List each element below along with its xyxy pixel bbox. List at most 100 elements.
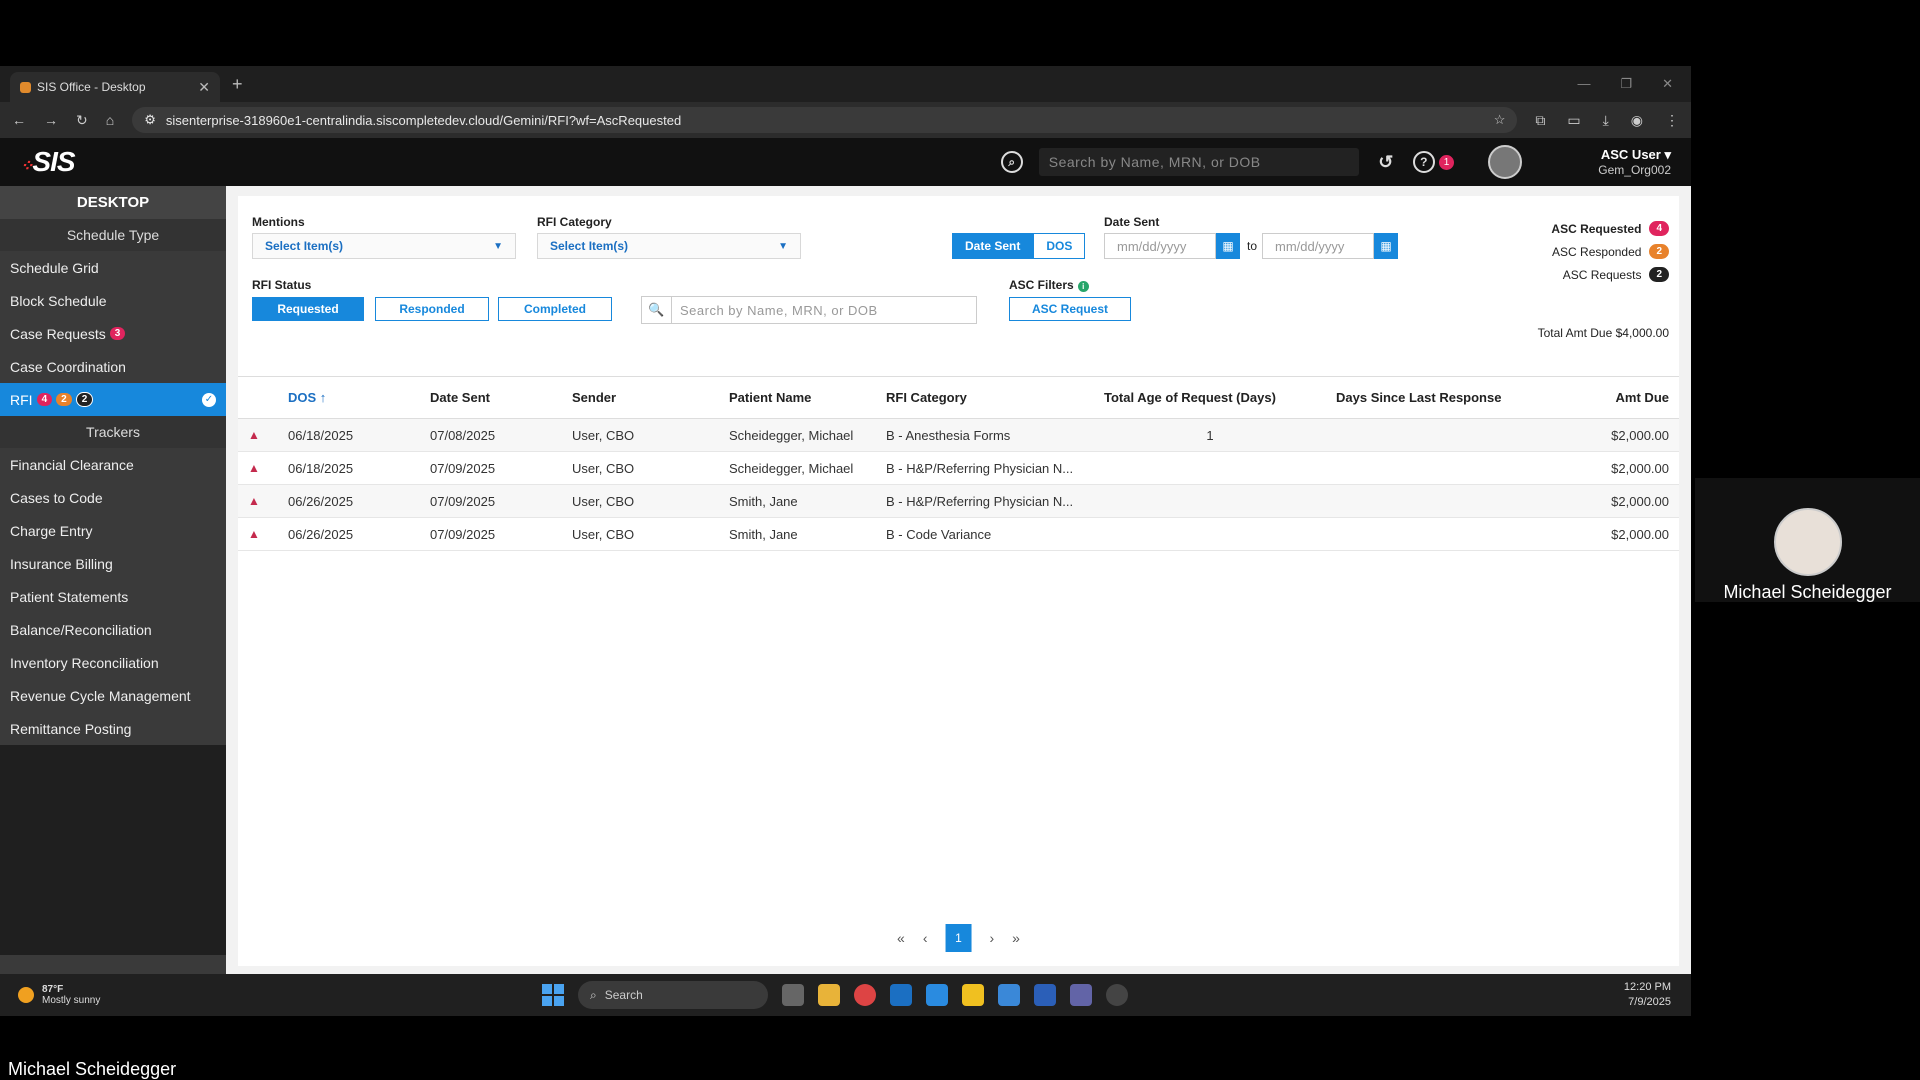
help-icon[interactable]: ? (1412, 151, 1435, 173)
sidebar-item-cases-to-code[interactable]: Cases to Code (0, 481, 226, 514)
count-badge: 2 (1649, 267, 1669, 282)
last-page-icon[interactable]: » (1012, 930, 1020, 946)
close-tab-icon[interactable]: ✕ (198, 79, 210, 96)
reload-icon[interactable]: ↻ (76, 112, 88, 129)
col-days-since-response[interactable]: Days Since Last Response (1326, 376, 1575, 419)
taskbar-search[interactable]: ⌕ Search (578, 981, 768, 1009)
toggle-date-sent[interactable]: Date Sent (952, 233, 1034, 259)
sidebar-item-financial-clearance[interactable]: Financial Clearance (0, 448, 226, 481)
sidebar-item-label: RFI (10, 391, 33, 408)
sidebar-item-label: Case Requests (10, 325, 106, 342)
user-menu[interactable]: ASC User ▾ Gem_Org002 (1598, 147, 1671, 177)
toggle-dos[interactable]: DOS (1033, 233, 1086, 259)
sidebar-item-label: Remittance Posting (10, 720, 132, 737)
col-dos[interactable]: DOS ↑ (278, 376, 420, 419)
system-clock[interactable]: 12:20 PM 7/9/2025 (1624, 980, 1671, 1010)
notepad-icon[interactable] (998, 984, 1020, 1006)
logo-text: SIS (32, 146, 75, 177)
teams-icon[interactable] (1070, 984, 1092, 1006)
status-completed-button[interactable]: Completed (498, 297, 612, 321)
weather-widget[interactable]: 87°F Mostly sunny (18, 984, 100, 1006)
next-page-icon[interactable]: › (990, 930, 995, 946)
search-toggle-icon[interactable]: ⌕ (1000, 151, 1023, 173)
date-from-input[interactable]: mm/dd/yyyy (1104, 233, 1216, 259)
sidebar-item-inventory-reconciliation[interactable]: Inventory Reconciliation (0, 646, 226, 679)
download-icon[interactable]: ⤓ (1603, 112, 1609, 129)
page-current[interactable]: 1 (945, 924, 972, 952)
prev-page-icon[interactable]: ‹ (923, 930, 928, 946)
col-patient-name[interactable]: Patient Name (719, 376, 876, 419)
sis-logo[interactable]: ⁘SIS (20, 146, 76, 178)
warning-icon: ▲ (238, 451, 278, 485)
caret-down-icon: ▼ (778, 240, 788, 252)
col-amt-due[interactable]: Amt Due (1574, 376, 1679, 419)
close-window-icon[interactable]: ✕ (1662, 76, 1673, 92)
sidebar-item-insurance-billing[interactable]: Insurance Billing (0, 547, 226, 580)
word-icon[interactable] (1034, 984, 1056, 1006)
sidebar-item-revenue-cycle[interactable]: Revenue Cycle Management (0, 679, 226, 712)
back-icon[interactable]: ← (12, 112, 26, 128)
user-avatar[interactable] (1488, 145, 1523, 179)
new-tab-icon[interactable]: + (232, 74, 243, 95)
taskbar: 87°F Mostly sunny ⌕ Search 12:20 PM 7/9/20… (0, 974, 1691, 1016)
warning-icon: ▲ (238, 418, 278, 452)
sidebar-item-rfi[interactable]: RFI 4 2 2 ✓ (0, 383, 226, 416)
media-player-icon[interactable] (1106, 984, 1128, 1006)
table-row[interactable]: ▲ 06/18/2025 07/08/2025 User, CBO Scheid… (238, 418, 1679, 452)
table-search-input[interactable]: 🔍 Search by Name, MRN, or DOB (641, 296, 977, 324)
count-badge: 2 (1649, 244, 1669, 259)
extensions-icon[interactable]: ⧉ (1535, 112, 1545, 129)
calendar-icon[interactable]: ▦ (1216, 233, 1240, 259)
file-explorer-icon[interactable] (818, 984, 840, 1006)
sidebar-item-block-schedule[interactable]: Block Schedule (0, 284, 226, 317)
url-field[interactable]: ⚙ sisenterprise-318960e1-centralindia.si… (132, 107, 1518, 133)
forward-icon[interactable]: → (44, 112, 58, 128)
app-r-icon[interactable] (962, 984, 984, 1006)
bookmark-star-icon[interactable]: ☆ (1494, 112, 1506, 128)
sidebar-item-case-requests[interactable]: Case Requests 3 (0, 317, 226, 350)
date-to-input[interactable]: mm/dd/yyyy (1262, 233, 1374, 259)
sidebar-item-patient-statements[interactable]: Patient Statements (0, 580, 226, 613)
info-icon[interactable]: i (1077, 281, 1089, 292)
asc-requested-count[interactable]: ASC Requested 4 (1551, 221, 1669, 236)
windows-start-icon[interactable] (542, 984, 564, 1006)
count-badge: 4 (1649, 221, 1669, 236)
menu-icon[interactable]: ⋮ (1665, 112, 1679, 129)
sidebar-item-remittance-posting[interactable]: Remittance Posting (0, 712, 226, 745)
site-info-icon[interactable]: ⚙ (144, 112, 156, 128)
status-responded-button[interactable]: Responded (375, 297, 489, 321)
browser-tab[interactable]: SIS Office - Desktop ✕ (10, 72, 220, 102)
cast-icon[interactable]: ▭ (1567, 112, 1580, 129)
sidebar-item-charge-entry[interactable]: Charge Entry (0, 514, 226, 547)
status-requested-button[interactable]: Requested (252, 297, 364, 321)
home-icon[interactable]: ⌂ (106, 112, 114, 128)
chrome-icon[interactable] (854, 984, 876, 1006)
global-search-input[interactable]: Search by Name, MRN, or DOB (1038, 148, 1359, 176)
task-view-icon[interactable] (782, 984, 804, 1006)
col-date-sent[interactable]: Date Sent (420, 376, 562, 419)
sidebar-item-schedule-grid[interactable]: Schedule Grid (0, 251, 226, 284)
rfi-responded-badge: 2 (56, 393, 72, 406)
minimize-icon[interactable]: — (1577, 76, 1590, 92)
profile-icon[interactable]: ◉ (1631, 112, 1643, 129)
sidebar-item-balance-reconciliation[interactable]: Balance/Reconciliation (0, 613, 226, 646)
col-sender[interactable]: Sender (562, 376, 719, 419)
history-icon[interactable]: ↺ (1375, 151, 1397, 173)
first-page-icon[interactable]: « (897, 930, 905, 946)
col-total-age[interactable]: Total Age of Request (Days) (1094, 376, 1326, 419)
asc-request-button[interactable]: ASC Request (1009, 297, 1131, 321)
table-row[interactable]: ▲ 06/26/2025 07/09/2025 User, CBO Smith,… (238, 517, 1679, 551)
outlook-icon[interactable] (890, 984, 912, 1006)
calendar-icon[interactable]: ▦ (1374, 233, 1398, 259)
table-row[interactable]: ▲ 06/18/2025 07/09/2025 User, CBO Scheid… (238, 451, 1679, 485)
table-row[interactable]: ▲ 06/26/2025 07/09/2025 User, CBO Smith,… (238, 484, 1679, 518)
mentions-dropdown[interactable]: Select Item(s) ▼ (252, 233, 516, 259)
category-dropdown[interactable]: Select Item(s) ▼ (537, 233, 801, 259)
sidebar-item-case-coordination[interactable]: Case Coordination (0, 350, 226, 383)
asc-responded-count[interactable]: ASC Responded 2 (1552, 244, 1669, 259)
restore-icon[interactable]: ❐ (1620, 76, 1632, 92)
asc-requests-count[interactable]: ASC Requests 2 (1563, 267, 1669, 282)
vscode-icon[interactable] (926, 984, 948, 1006)
col-rfi-category[interactable]: RFI Category (876, 376, 1094, 419)
case-requests-badge: 3 (109, 327, 126, 340)
